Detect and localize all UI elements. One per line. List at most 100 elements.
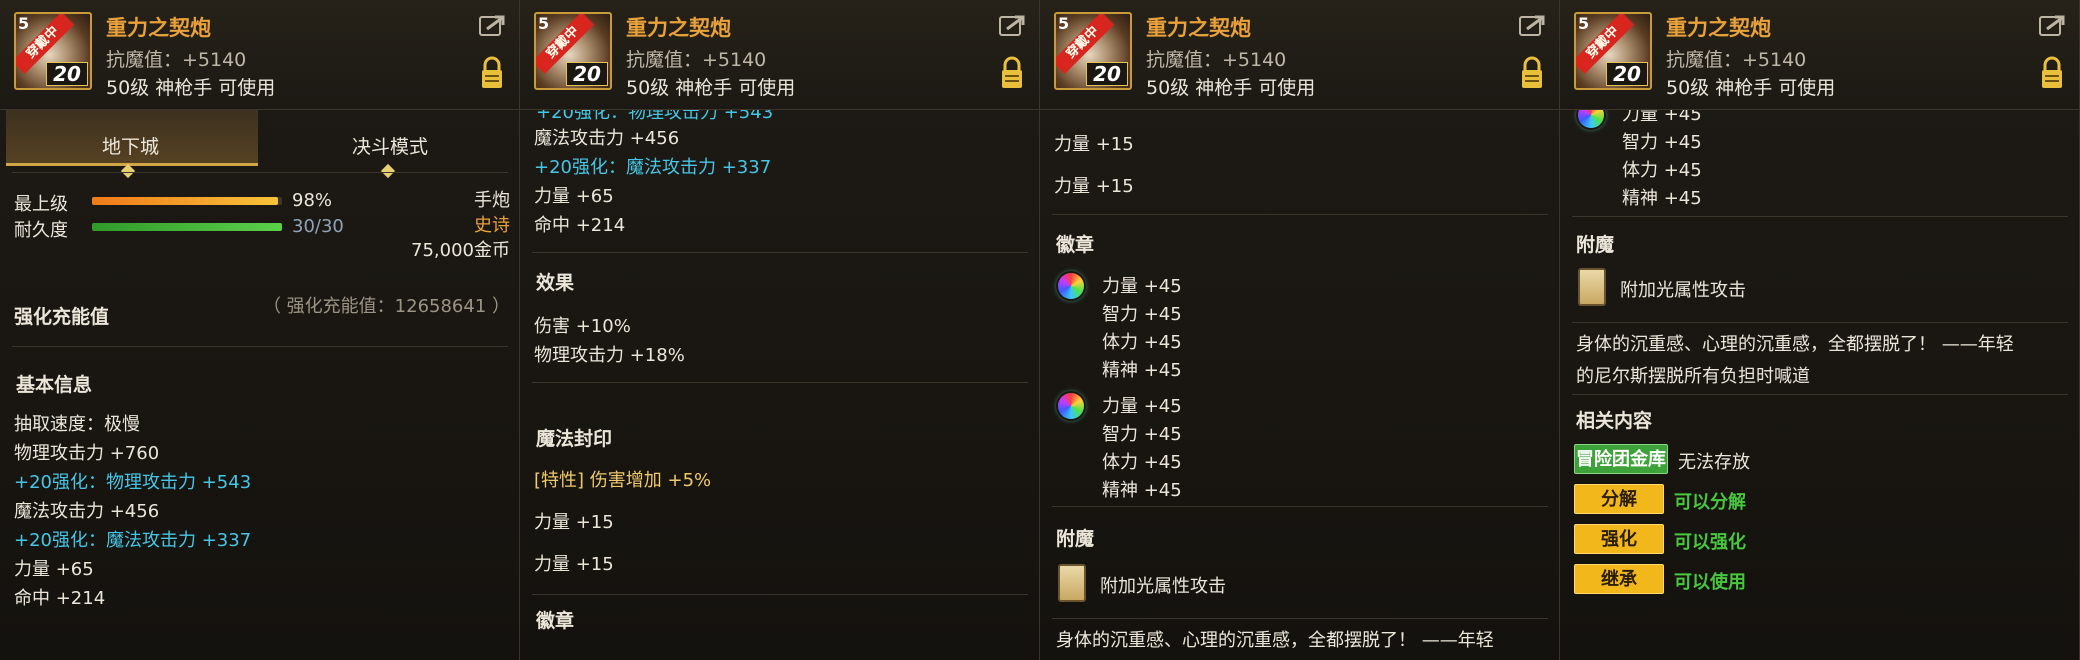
related-badge[interactable]: 分解 — [1574, 484, 1664, 514]
related-badge[interactable]: 强化 — [1574, 524, 1664, 554]
tooltip-panel-1: 5 穿戴中 20 重力之契炮 抗魔值：+5140 50级 神枪手 可使用 地下城… — [0, 0, 520, 660]
divider — [1572, 216, 2068, 217]
stat-line: +20强化：魔法攻击力 +337 — [534, 157, 772, 178]
emblem-stat: 力量 +45 — [1102, 396, 1182, 417]
divider — [1052, 214, 1548, 215]
requirement: 50级 神枪手 可使用 — [626, 77, 796, 99]
weapon-icon[interactable]: 5 穿戴中 20 — [534, 12, 612, 90]
share-icon[interactable] — [998, 14, 1026, 38]
grade-value: 98% — [292, 190, 333, 211]
weapon-type: 手炮 — [474, 190, 510, 211]
enchant-text: 附加光属性攻击 — [1620, 280, 1746, 301]
requirement: 50级 神枪手 可使用 — [1666, 77, 1836, 99]
tooltip-panel-3: 5 穿戴中 20 重力之契炮 抗魔值：+5140 50级 神枪手 可使用 力量 … — [1040, 0, 1560, 660]
effect-title: 效果 — [536, 272, 575, 294]
durability-bar-fill — [92, 223, 282, 231]
lock-icon[interactable] — [480, 56, 504, 90]
enhance-charge-label: 强化充能值 — [14, 306, 110, 328]
related-title: 相关内容 — [1576, 410, 1653, 432]
lock-icon[interactable] — [2040, 56, 2064, 90]
emblem-stat: 智力 +45 — [1102, 424, 1182, 445]
flavor-text: 身体的沉重感、心理的沉重感，全都摆脱了！ ——年轻 — [1056, 630, 1494, 651]
lock-icon[interactable] — [1520, 56, 1544, 90]
icon-level-top: 5 — [538, 14, 550, 33]
stat-line: 力量 +65 — [14, 559, 94, 580]
weapon-icon[interactable]: 5 穿戴中 20 — [1054, 12, 1132, 90]
emblem-title: 徽章 — [536, 610, 575, 632]
item-name: 重力之契炮 — [106, 16, 211, 40]
weapon-icon[interactable]: 5 穿戴中 20 — [1574, 12, 1652, 90]
grade-bar-fill — [92, 197, 278, 205]
stat-line: 魔法攻击力 +456 — [534, 128, 680, 149]
item-header: 5 穿戴中 20 重力之契炮 抗魔值：+5140 50级 神枪手 可使用 — [520, 0, 1039, 110]
tooltip-panel-2: 5 穿戴中 20 重力之契炮 抗魔值：+5140 50级 神枪手 可使用 +20… — [520, 0, 1040, 660]
emblem-stat: 体力 +45 — [1102, 332, 1182, 353]
icon-level-top: 5 — [1578, 14, 1590, 33]
lock-icon[interactable] — [1000, 56, 1024, 90]
resist-value: 抗魔值：+5140 — [1146, 49, 1287, 71]
tab-indicator-dot — [380, 163, 396, 179]
emblem-stat: 力量 +45 — [1102, 276, 1182, 297]
stat-line: 抽取速度：极慢 — [14, 414, 140, 435]
emblem-stat: 精神 +45 — [1102, 480, 1182, 501]
enchant-card-icon[interactable] — [1578, 268, 1606, 306]
enhance-level-badge: 20 — [1086, 62, 1128, 86]
weapon-icon[interactable]: 5 穿戴中 20 — [14, 12, 92, 90]
item-header: 5 穿戴中 20 重力之契炮 抗魔值：+5140 50级 神枪手 可使用 — [0, 0, 519, 110]
icon-level-top: 5 — [18, 14, 30, 33]
enchant-card-icon[interactable] — [1058, 564, 1086, 602]
tab-dungeon-label: 地下城 — [102, 136, 160, 158]
grade-label: 最上级 — [14, 194, 68, 215]
resist-value: 抗魔值：+5140 — [626, 49, 767, 71]
item-name: 重力之契炮 — [1666, 16, 1771, 40]
price: 75,000金币 — [411, 240, 510, 261]
stat-line: +20强化：物理攻击力 +543 — [14, 472, 252, 493]
emblem-stat: 体力 +45 — [1622, 160, 1702, 181]
divider — [1052, 618, 1548, 619]
enhance-charge-value: （ 强化充能值：12658641 ） — [262, 296, 510, 317]
seal-stat: 力量 +15 — [1054, 134, 1134, 155]
requirement: 50级 神枪手 可使用 — [106, 77, 276, 99]
tab-indicator-dot — [120, 163, 136, 179]
divider — [1572, 322, 2068, 323]
resist-value: 抗魔值：+5140 — [106, 49, 247, 71]
resist-value: 抗魔值：+5140 — [1666, 49, 1807, 71]
flavor-text: 的尼尔斯摆脱所有负担时喊道 — [1576, 366, 1810, 387]
seal-stat: 力量 +15 — [534, 512, 614, 533]
seal-stat: 力量 +15 — [534, 554, 614, 575]
share-icon[interactable] — [1518, 14, 1546, 38]
enhance-level-badge: 20 — [1606, 62, 1648, 86]
effect-line: 物理攻击力 +18% — [534, 345, 685, 366]
share-icon[interactable] — [478, 14, 506, 38]
item-header: 5 穿戴中 20 重力之契炮 抗魔值：+5140 50级 神枪手 可使用 — [1040, 0, 1559, 110]
rarity: 史诗 — [474, 215, 510, 236]
requirement: 50级 神枪手 可使用 — [1146, 77, 1316, 99]
share-icon[interactable] — [2038, 14, 2066, 38]
related-badge[interactable]: 冒险团金库 — [1574, 444, 1668, 474]
related-status: 可以使用 — [1674, 572, 1746, 593]
effect-line: 伤害 +10% — [534, 316, 631, 337]
item-name: 重力之契炮 — [626, 16, 731, 40]
icon-level-top: 5 — [1058, 14, 1070, 33]
tab-pvp[interactable]: 决斗模式 — [352, 132, 428, 159]
emblem-stat: 精神 +45 — [1102, 360, 1182, 381]
seal-trait: [特性] 伤害增加 +5% — [534, 470, 712, 491]
magic-seal-title: 魔法封印 — [536, 428, 613, 450]
related-status: 可以分解 — [1674, 492, 1746, 513]
durability-value: 30/30 — [292, 216, 344, 237]
related-badge[interactable]: 继承 — [1574, 564, 1664, 594]
divider — [532, 594, 1028, 595]
flavor-text: 身体的沉重感、心理的沉重感，全都摆脱了！ ——年轻 — [1576, 334, 2014, 355]
related-status: 可以强化 — [1674, 532, 1746, 553]
item-name: 重力之契炮 — [1146, 16, 1251, 40]
stat-line: +20强化：魔法攻击力 +337 — [14, 530, 252, 551]
divider — [12, 346, 508, 347]
enchant-title: 附魔 — [1056, 528, 1095, 550]
emblem-orb-icon[interactable] — [1058, 393, 1084, 419]
emblem-orb-icon[interactable] — [1058, 273, 1084, 299]
seal-stat: 力量 +15 — [1054, 176, 1134, 197]
emblem-title: 徽章 — [1056, 234, 1095, 256]
emblem-stat: 精神 +45 — [1622, 188, 1702, 209]
stat-line: 力量 +65 — [534, 186, 614, 207]
tooltip-panel-4: 5 穿戴中 20 重力之契炮 抗魔值：+5140 50级 神枪手 可使用 力量 … — [1560, 0, 2080, 660]
